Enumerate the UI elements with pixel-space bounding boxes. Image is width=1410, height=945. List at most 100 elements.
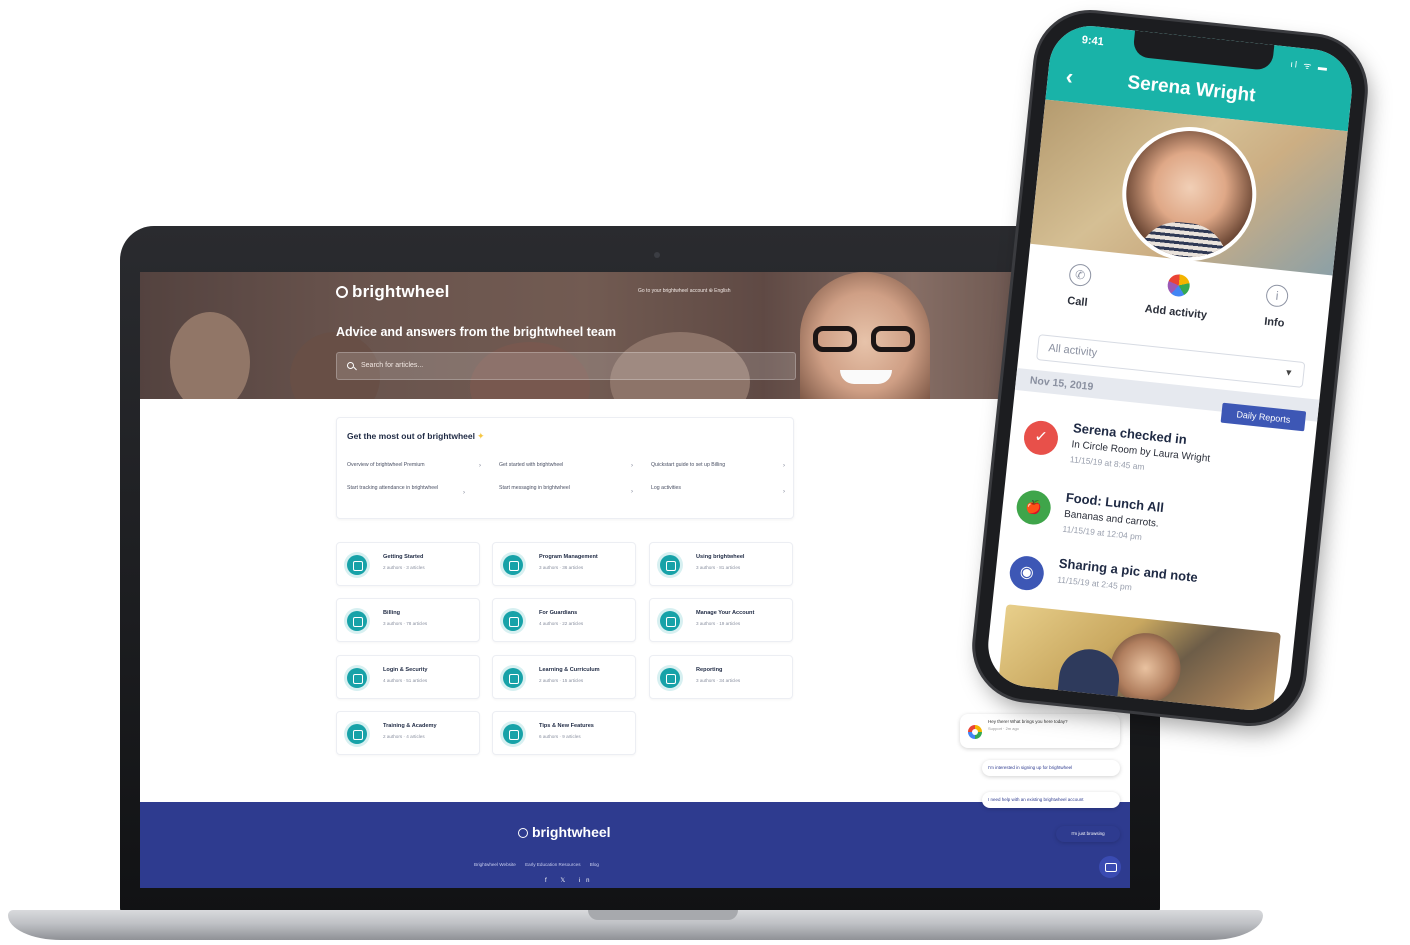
lock-icon bbox=[347, 668, 367, 688]
add-activity-icon bbox=[1166, 273, 1191, 298]
category-name: Login & Security bbox=[383, 667, 428, 673]
chat-option-selected[interactable]: I'm just browsing bbox=[1056, 826, 1120, 843]
footer-brand[interactable]: brightwheel bbox=[518, 824, 611, 840]
category-name: Program Management bbox=[539, 554, 598, 560]
feed-item[interactable]: 🍎 Food: Lunch All Bananas and carrots. 1… bbox=[1014, 485, 1297, 542]
search-placeholder: Search for articles... bbox=[361, 362, 424, 369]
account-icon bbox=[660, 611, 680, 631]
category-card[interactable]: Training & Academy 2 authors · 4 articles bbox=[336, 711, 480, 755]
featured-link[interactable]: Get started with brightwheel › bbox=[499, 462, 633, 469]
category-card[interactable]: Tips & New Features 6 authors · 9 article… bbox=[492, 711, 636, 755]
reporting-icon bbox=[660, 668, 680, 688]
brightwheel-logo-icon bbox=[336, 286, 348, 298]
category-meta: 4 authors · 51 articles bbox=[383, 678, 428, 683]
chat-option[interactable]: I need help with an existing brightwheel… bbox=[982, 792, 1120, 809]
program-icon bbox=[503, 555, 523, 575]
category-name: For Guardians bbox=[539, 610, 578, 616]
category-meta: 2 authors · 4 articles bbox=[383, 734, 425, 739]
category-meta: 3 authors · 78 articles bbox=[383, 621, 428, 626]
phone-frame: 9:41 ıl ᯤ ▬ ‹ Serena Wright ✆ Call Add ac… bbox=[969, 7, 1371, 729]
app-icon bbox=[660, 555, 680, 575]
feed-item[interactable]: ◉ Sharing a pic and note 11/15/19 at 2:4… bbox=[1008, 550, 1290, 592]
chat-launcher-button[interactable] bbox=[1099, 856, 1121, 878]
chevron-down-icon: ▼ bbox=[1283, 366, 1294, 378]
tips-icon bbox=[503, 724, 523, 744]
search-icon bbox=[347, 362, 354, 369]
chevron-right-icon: › bbox=[631, 489, 633, 495]
chat-option[interactable]: I'm interested in signing up for brightw… bbox=[982, 760, 1120, 777]
camera-icon: ◉ bbox=[1008, 554, 1046, 592]
chevron-right-icon: › bbox=[463, 490, 465, 496]
guardians-icon bbox=[503, 611, 523, 631]
status-time: 9:41 bbox=[1081, 34, 1105, 49]
chevron-right-icon: › bbox=[479, 463, 481, 469]
category-meta: 3 authors · 34 articles bbox=[696, 678, 741, 683]
category-card[interactable]: Reporting 3 authors · 34 articles bbox=[649, 655, 793, 699]
account-language-links[interactable]: Go to your brightwheel account ⊕ English bbox=[638, 288, 731, 294]
category-meta: 3 authors · 19 articles bbox=[696, 621, 741, 626]
category-meta: 2 authors · 3 articles bbox=[383, 565, 425, 570]
category-name: Billing bbox=[383, 610, 401, 616]
brightwheel-logo-icon bbox=[518, 828, 528, 838]
hero-title: Advice and answers from the brightwheel … bbox=[336, 325, 616, 339]
category-meta: 3 authors · 81 articles bbox=[696, 565, 741, 570]
featured-link[interactable]: Start tracking attendance in brightwheel… bbox=[347, 485, 465, 496]
phone-screen: 9:41 ıl ᯤ ▬ ‹ Serena Wright ✆ Call Add ac… bbox=[984, 21, 1356, 715]
chevron-right-icon: › bbox=[783, 463, 785, 469]
checkmark-icon: ✓ bbox=[1022, 419, 1060, 457]
search-input[interactable]: Search for articles... bbox=[336, 352, 796, 380]
action-label: Info bbox=[1263, 315, 1285, 330]
category-card[interactable]: Program Management 3 authors · 36 article… bbox=[492, 542, 636, 586]
action-label: Add activity bbox=[1144, 303, 1208, 322]
footer-links: Brightwheel Website Early Education Reso… bbox=[474, 862, 607, 867]
info-button[interactable]: i Info bbox=[1229, 280, 1323, 335]
filter-value: All activity bbox=[1047, 342, 1098, 360]
billing-icon bbox=[347, 611, 367, 631]
social-icons[interactable]: f 𝕏 in bbox=[545, 877, 596, 884]
chevron-right-icon: › bbox=[631, 463, 633, 469]
academy-icon bbox=[347, 724, 367, 744]
category-meta: 3 authors · 36 articles bbox=[539, 565, 584, 570]
category-name: Using brightwheel bbox=[696, 554, 745, 560]
category-name: Manage Your Account bbox=[696, 610, 755, 616]
chevron-right-icon: › bbox=[783, 489, 785, 495]
category-card[interactable]: Learning & Curriculum 2 authors · 15 arti… bbox=[492, 655, 636, 699]
category-card[interactable]: Login & Security 4 authors · 51 articles bbox=[336, 655, 480, 699]
category-meta: 2 authors · 15 articles bbox=[539, 678, 584, 683]
category-name: Reporting bbox=[696, 667, 723, 673]
hero-photo-glasses bbox=[813, 326, 917, 352]
footer-link[interactable]: Early Education Resources bbox=[525, 862, 580, 867]
featured-link[interactable]: Start messaging in brightwheel › bbox=[499, 485, 633, 495]
brand-logo[interactable]: brightwheel bbox=[336, 282, 450, 302]
brand-name: brightwheel bbox=[352, 282, 450, 301]
featured-link[interactable]: Overview of brightwheel Premium › bbox=[347, 462, 481, 469]
sparkle-icon: ✦ bbox=[476, 431, 485, 441]
featured-title-text: Get the most out of brightwheel bbox=[347, 431, 475, 441]
footer-link[interactable]: Brightwheel Website bbox=[474, 862, 516, 867]
curriculum-icon bbox=[503, 668, 523, 688]
category-meta: 4 authors · 22 articles bbox=[539, 621, 584, 626]
category-card[interactable]: Using brightwheel 3 authors · 81 articles bbox=[649, 542, 793, 586]
footer-brand-name: brightwheel bbox=[532, 824, 611, 840]
featured-articles-card: Get the most out of brightwheel ✦ Overvie… bbox=[336, 417, 794, 519]
category-card[interactable]: Manage Your Account 3 authors · 19 articl… bbox=[649, 598, 793, 642]
featured-link[interactable]: Quickstart guide to set up Billing › bbox=[651, 462, 785, 469]
category-card[interactable]: Billing 3 authors · 78 articles bbox=[336, 598, 480, 642]
featured-link-label: Start messaging in brightwheel bbox=[499, 485, 570, 491]
category-name: Learning & Curriculum bbox=[539, 667, 600, 673]
phone-device: 9:41 ıl ᯤ ▬ ‹ Serena Wright ✆ Call Add ac… bbox=[969, 7, 1410, 755]
call-button[interactable]: ✆ Call bbox=[1032, 259, 1126, 314]
rocket-icon bbox=[347, 555, 367, 575]
add-activity-button[interactable]: Add activity bbox=[1130, 270, 1224, 325]
feed-photo[interactable] bbox=[993, 604, 1281, 715]
category-card[interactable]: Getting Started 2 authors · 3 articles bbox=[336, 542, 480, 586]
category-name: Tips & New Features bbox=[539, 723, 594, 729]
featured-link-label: Log activities bbox=[651, 485, 681, 491]
featured-link[interactable]: Log activities › bbox=[651, 485, 785, 495]
site-footer: brightwheel Brightwheel Website Early Ed… bbox=[140, 802, 1130, 888]
laptop-camera bbox=[654, 252, 660, 258]
footer-link[interactable]: Blog bbox=[590, 862, 599, 867]
featured-title: Get the most out of brightwheel ✦ bbox=[347, 431, 485, 442]
category-card[interactable]: For Guardians 4 authors · 22 articles bbox=[492, 598, 636, 642]
info-icon: i bbox=[1265, 283, 1290, 308]
